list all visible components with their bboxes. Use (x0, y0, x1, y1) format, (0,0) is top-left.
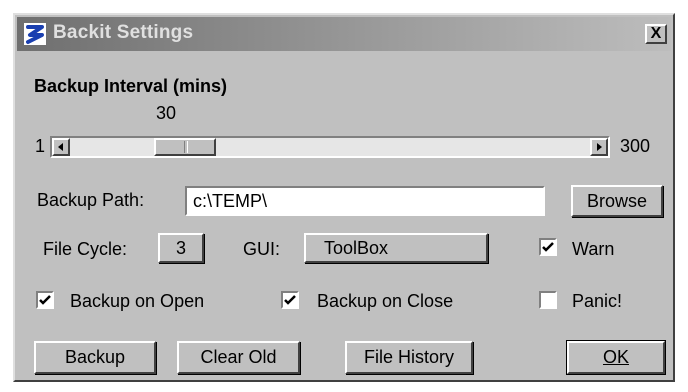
file-cycle-label: File Cycle: (43, 239, 128, 259)
checkmark-icon (284, 295, 296, 305)
slider-left-button[interactable] (52, 138, 70, 156)
title-bar[interactable]: Backit Settings X (17, 17, 671, 51)
ok-button[interactable]: OK (566, 340, 666, 375)
checkmark-icon (542, 242, 554, 252)
interval-value-label: 30 (156, 103, 177, 123)
interval-max-label: 300 (620, 136, 651, 156)
file-cycle-value[interactable]: 3 (158, 233, 204, 263)
window-title: Backit Settings (53, 22, 194, 43)
settings-dialog: Backit Settings X Backup Interval (mins)… (13, 13, 675, 382)
warn-checkbox[interactable] (539, 238, 557, 256)
clear-old-button[interactable]: Clear Old (177, 341, 300, 374)
gui-label: GUI: (243, 239, 281, 259)
backup-path-label: Backup Path: (37, 190, 145, 210)
interval-min-label: 1 (35, 136, 46, 156)
file-history-button[interactable]: File History (345, 341, 473, 374)
slider-right-button[interactable] (590, 138, 608, 156)
checkmark-icon (39, 295, 51, 305)
backup-on-close-checkbox[interactable] (281, 291, 299, 309)
backup-path-input[interactable]: c:\TEMP\ (185, 186, 545, 216)
backup-on-open-checkbox[interactable] (36, 291, 54, 309)
arrow-left-icon (58, 143, 63, 151)
gui-select[interactable]: ToolBox (304, 233, 488, 263)
panic-label: Panic! (572, 291, 623, 311)
backit-app-icon (24, 23, 46, 45)
panic-checkbox[interactable] (539, 291, 557, 309)
interval-slider[interactable] (50, 136, 610, 158)
close-button[interactable]: X (645, 24, 667, 44)
close-icon: X (650, 25, 662, 42)
warn-label: Warn (572, 239, 615, 259)
backup-on-open-label: Backup on Open (70, 291, 205, 311)
backup-interval-heading: Backup Interval (mins) (34, 76, 228, 96)
backup-on-close-label: Backup on Close (317, 291, 454, 311)
slider-thumb[interactable] (154, 138, 217, 156)
browse-button[interactable]: Browse (571, 185, 663, 217)
arrow-right-icon (597, 143, 602, 151)
backup-button[interactable]: Backup (34, 341, 156, 374)
